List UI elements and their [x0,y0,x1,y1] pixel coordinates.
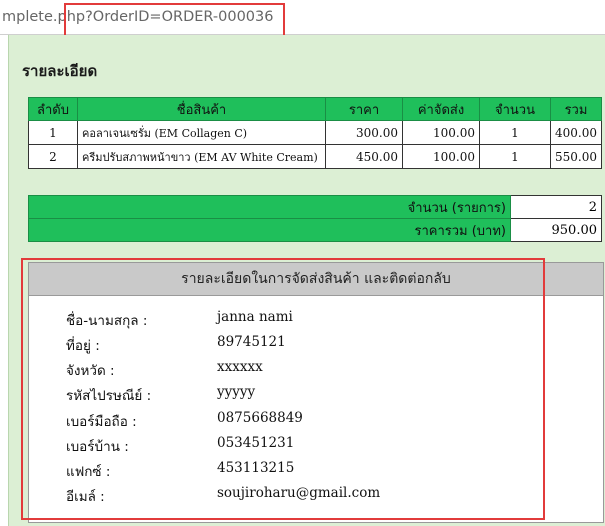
order-summary-table: จำนวน (รายการ) 2 ราคารวม (บาท) 950.00 [28,195,602,242]
row-qty: 1 [479,144,551,169]
row-qty: 1 [479,120,551,145]
col-header-qty: จำนวน [479,97,551,121]
summary-total-row: ราคารวม (บาท) 950.00 [28,218,602,242]
table-row: 1 คอลาเจนเซรั่ม (EM Collagen C) 300.00 1… [28,120,602,145]
table-row: 2 ครีมปรับสภาพหน้าขาว (EM AV White Cream… [28,144,602,169]
row-shipping: 100.00 [402,144,480,169]
row-price: 450.00 [325,144,403,169]
row-price: 300.00 [325,120,403,145]
summary-total-label: ราคารวม (บาท) [28,218,511,242]
row-shipping: 100.00 [402,120,480,145]
table-header-row: ลำดับ ชื่อสินค้า ราคา ค่าจัดส่ง จำนวน รว… [28,97,602,121]
col-header-total: รวม [550,97,602,121]
col-header-no: ลำดับ [28,97,78,121]
summary-count-value: 2 [510,195,602,219]
row-no: 2 [28,144,78,169]
col-header-shipping: ค่าจัดส่ง [402,97,480,121]
row-product-name: คอลาเจนเซรั่ม (EM Collagen C) [77,120,326,145]
row-total: 400.00 [550,120,602,145]
summary-count-row: จำนวน (รายการ) 2 [28,195,602,219]
shipping-highlight-box [21,258,545,520]
page-title: รายละเอียด [22,62,98,80]
order-items-table: ลำดับ ชื่อสินค้า ราคา ค่าจัดส่ง จำนวน รว… [28,97,602,169]
row-product-name: ครีมปรับสภาพหน้าขาว (EM AV White Cream) [77,144,326,169]
summary-total-value: 950.00 [510,218,602,242]
col-header-name: ชื่อสินค้า [77,97,326,121]
col-header-price: ราคา [325,97,403,121]
summary-count-label: จำนวน (รายการ) [28,195,511,219]
row-total: 550.00 [550,144,602,169]
row-no: 1 [28,120,78,145]
